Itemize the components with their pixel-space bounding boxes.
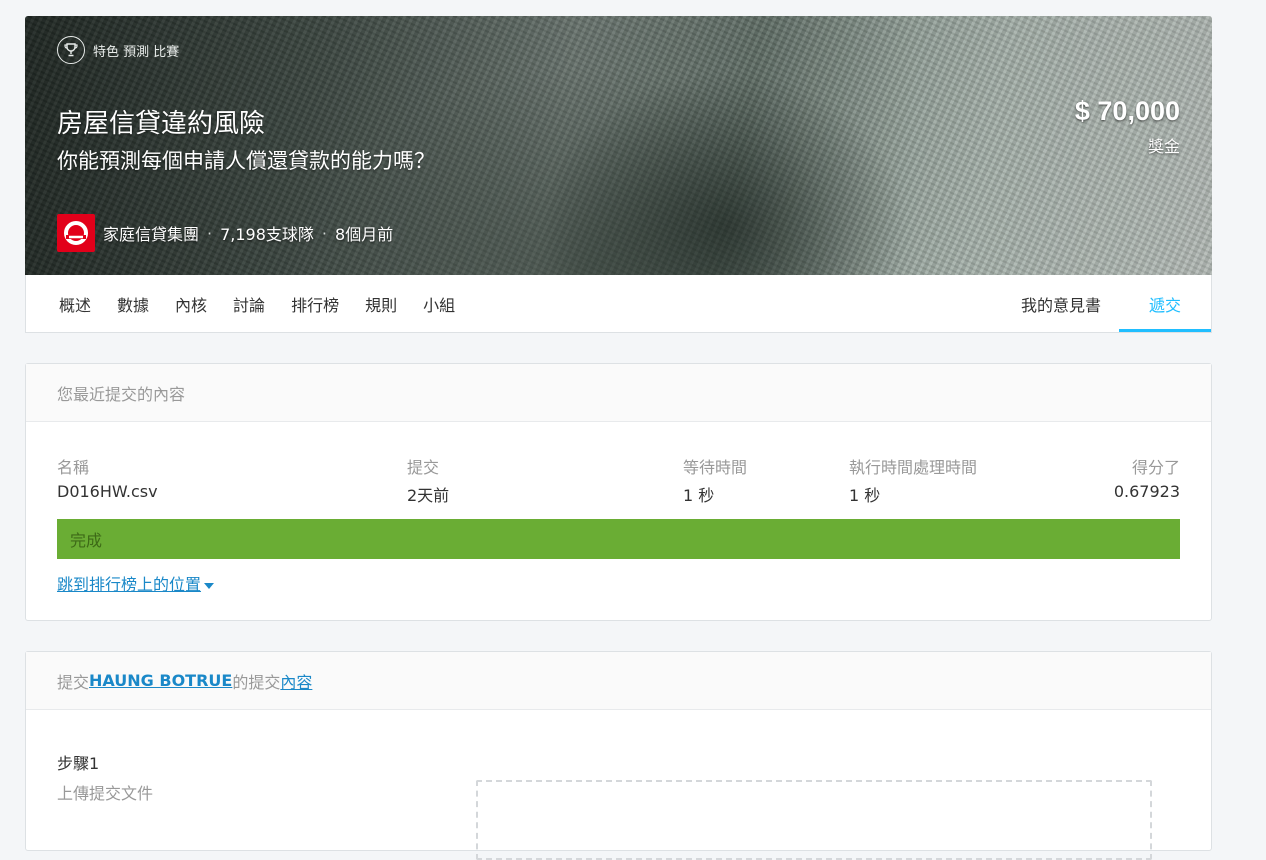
team-count[interactable]: 7,198支球隊 (220, 221, 314, 245)
submission-table: 名稱 D016HW.csv 提交 2天前 等待時間 1 秒 執行時間處理時間 1… (57, 454, 1180, 506)
tab-discussion[interactable]: 討論 (220, 275, 278, 332)
status-label: 完成 (70, 531, 103, 550)
make-submission-card: 提交 HAUNG BOTRUE 的提交 內容 步驟1 上傳提交文件 (25, 651, 1212, 860)
tab-my-submissions[interactable]: 我的意見書 (1003, 275, 1119, 332)
header-prefix: 提交 (57, 672, 90, 692)
status-bar: 完成 (57, 519, 1180, 559)
file-dropzone[interactable] (476, 780, 1152, 860)
card-header: 您最近提交的內容 (26, 364, 1211, 422)
tab-team[interactable]: 小組 (410, 275, 468, 332)
card-header: 提交 HAUNG BOTRUE 的提交 內容 (26, 652, 1211, 710)
column-header-name: 名稱 (57, 458, 90, 477)
column-header-run-time: 執行時間處理時間 (849, 458, 978, 477)
tab-overview[interactable]: 概述 (46, 275, 104, 332)
column-header-submitted: 提交 (407, 458, 440, 477)
content-link[interactable]: 內容 (280, 669, 312, 693)
column-header-wait-time: 等待時間 (683, 458, 748, 477)
tab-kernels[interactable]: 內核 (162, 275, 220, 332)
competition-page: 特色 預測 比賽 房屋信貸違約風險 你能預測每個申請人償還貸款的能力嗎？ 家庭信… (25, 16, 1212, 860)
trophy-icon (57, 36, 85, 64)
competition-tabs: 概述 數據 內核 討論 排行榜 規則 小組 我的意見書 遞交 (25, 275, 1212, 333)
tab-rules[interactable]: 規則 (352, 275, 410, 332)
jump-to-leaderboard-link[interactable]: 跳到排行榜上的位置 (57, 571, 215, 595)
separator: · (207, 223, 213, 243)
caret-down-icon (204, 582, 215, 589)
header-mid: 的提交 (232, 672, 281, 692)
team-name-link[interactable]: HAUNG BOTRUE (89, 671, 232, 690)
score-value: 0.67923 (1113, 482, 1180, 501)
tab-data[interactable]: 數據 (104, 275, 162, 332)
competition-title: 房屋信貸違約風險 (57, 109, 266, 139)
prize-amount: $ 70,000 (1074, 96, 1180, 126)
badge-label: 特色 預測 比賽 (93, 44, 180, 60)
main-tabs: 概述 數據 內核 討論 排行榜 規則 小組 (46, 275, 468, 332)
column-header-score: 得分了 (1131, 458, 1180, 477)
wait-time-value: 1 秒 (683, 486, 715, 505)
time-ago: 8個月前 (335, 225, 394, 244)
step-title: 步驟1 (57, 754, 100, 773)
competition-subtitle: 你能預測每個申請人償還貸款的能力嗎？ (57, 149, 435, 173)
submission-filename: D016HW.csv (57, 482, 158, 501)
host-name[interactable]: 家庭信貸集團 (103, 221, 199, 245)
recent-submission-card: 您最近提交的內容 名稱 D016HW.csv 提交 2天前 等待時間 1 秒 執… (25, 363, 1212, 621)
host-info: 家庭信貸集團 · 7,198支球隊 · 8個月前 (57, 214, 393, 252)
tab-submit[interactable]: 遞交 (1118, 275, 1211, 332)
competition-banner: 特色 預測 比賽 房屋信貸違約風險 你能預測每個申請人償還貸款的能力嗎？ 家庭信… (25, 16, 1212, 275)
tab-leaderboard[interactable]: 排行榜 (278, 275, 352, 332)
action-tabs: 我的意見書 遞交 (1003, 275, 1211, 332)
prize: $ 70,000 獎金 (1075, 96, 1180, 157)
featured-badge: 特色 預測 比賽 (57, 36, 179, 64)
host-logo[interactable] (57, 214, 95, 252)
separator: · (321, 223, 328, 243)
jump-link-label: 跳到排行榜上的位置 (57, 575, 202, 594)
prize-label: 獎金 (1147, 137, 1180, 156)
run-time-value: 1 秒 (849, 486, 881, 505)
submission-date: 2天前 (407, 486, 450, 505)
